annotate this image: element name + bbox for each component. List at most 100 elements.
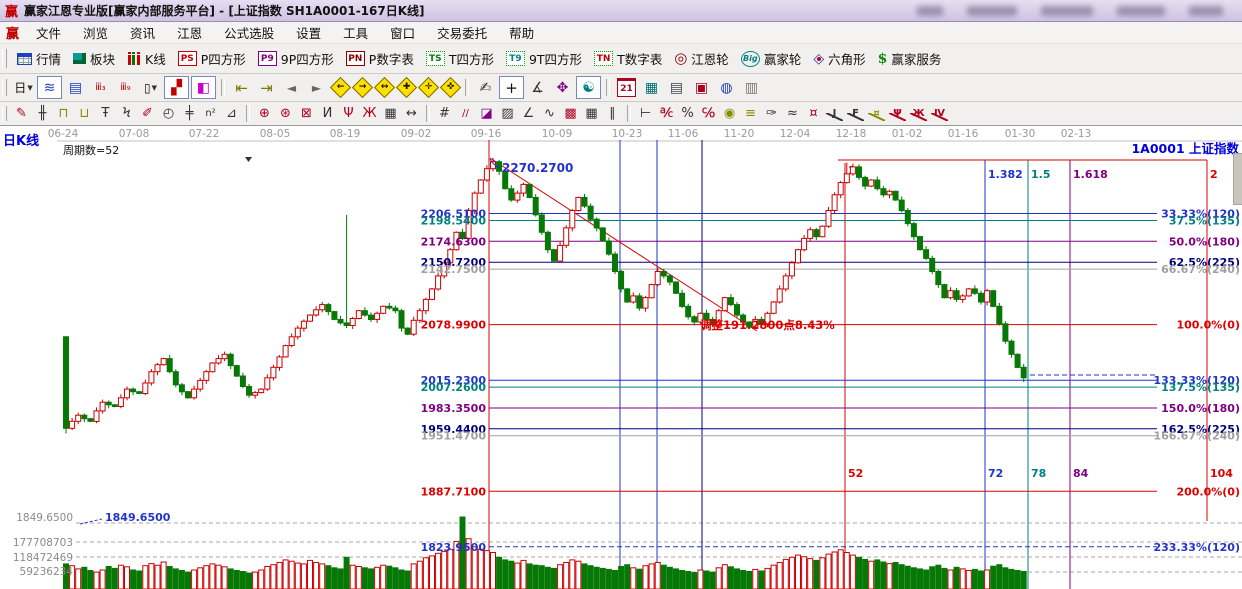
gann-pattern-icon[interactable]: ▞ [164,76,189,99]
p-square-button[interactable]: PSP四方形 [172,47,252,70]
scrollbar-thumb[interactable] [1233,153,1242,205]
coil-tool[interactable]: Ϟ [116,104,137,123]
wave-band-tool[interactable]: ≈ [782,104,803,123]
gold-gate-tool[interactable]: ⊓ [53,104,74,123]
kline-chart[interactable]: 1521.382721.5781.61884210406-2407-0807-2… [0,126,1242,589]
bars-9-icon[interactable]: ⅲ₉ [114,77,137,98]
kline-button[interactable]: K线 [121,47,172,70]
box-grid-tool[interactable]: ▦ [581,104,602,123]
percent-drop-tool[interactable]: ℀ [656,104,677,123]
ying-tool[interactable]: Ж [359,104,380,123]
ying-angle-tool[interactable]: Ж [908,104,929,123]
candle-type-button[interactable]: ▯▼ [139,77,162,98]
j-angle-tool[interactable]: J [824,104,845,123]
calculator-button[interactable]: ▦ [640,77,663,98]
toolbar-grip[interactable] [2,49,7,68]
notes-button[interactable]: ▤ [665,77,688,98]
menu-浏览[interactable]: 浏览 [72,21,119,44]
shift-left-button[interactable]: ← [330,77,350,98]
period-day-button[interactable]: 日▼ [12,77,35,98]
gold-level-tool[interactable]: ≡ [740,104,761,123]
info-doc-icon[interactable]: ▤ [64,77,87,98]
last-page-button[interactable]: ⇥ [255,77,278,98]
chart-layout-icon[interactable]: ≋ [37,76,62,99]
marker-pen-tool[interactable]: ✐ [137,104,158,123]
bars-3-icon[interactable]: ⅲ₃ [89,77,112,98]
shen-tool[interactable]: Ψ [338,104,359,123]
nine-p-square-button[interactable]: P99P四方形 [252,47,340,70]
menu-工具[interactable]: 工具 [332,21,379,44]
gann-wheel-button[interactable]: ◎江恩轮 [668,47,735,70]
zoom-reset-button[interactable]: ✜ [440,77,460,98]
menu-公式选股[interactable]: 公式选股 [213,21,285,44]
percent-tool[interactable]: % [677,104,698,123]
dot-grid-tool[interactable]: ▩ [560,104,581,123]
n-mark-tool[interactable]: И [317,104,338,123]
winner-service-button[interactable]: $赢家服务 [872,47,948,70]
target-cross-tool[interactable]: ⊕ [254,104,275,123]
gold-target-tool[interactable]: ¤ [803,104,824,123]
hatch-tool[interactable]: ∥ [602,104,623,123]
prev-bar-button[interactable]: ◄ [280,77,303,98]
zoom-horizontal-button[interactable]: ↔ [374,77,394,98]
winner-wheel-button[interactable]: Big赢家轮 [735,47,808,70]
calendar-button[interactable]: 21 [615,77,638,98]
shade-box-tool[interactable]: ▨ [497,104,518,123]
profile-chart-icon[interactable]: ◧ [191,76,216,99]
toolbar-grip[interactable] [2,79,7,97]
si-angle-tool[interactable]: Ⅳ [929,104,950,123]
quotes-button[interactable]: 行情 [11,47,67,70]
f-angle-tool[interactable]: F [845,104,866,123]
grid-target-tool[interactable]: ⊠ [296,104,317,123]
gann-mark-button[interactable]: ✥ [551,77,574,98]
n-squared-tool[interactable]: n² [200,104,221,123]
frame-tool[interactable]: # [434,104,455,123]
price-grid-tool[interactable]: ▦ [380,104,401,123]
menu-资讯[interactable]: 资讯 [119,21,166,44]
ink-pen-tool[interactable]: ✑ [761,104,782,123]
f-ruler-tool[interactable]: Ŧ [95,104,116,123]
zoom-out-button[interactable]: ✛ [418,77,438,98]
fan-box-tool[interactable]: ◪ [476,104,497,123]
trend-angle-tool[interactable]: ∠ [518,104,539,123]
zigzag-tool[interactable]: ∿ [539,104,560,123]
gold-angle-tool[interactable]: ¤ [866,104,887,123]
t-square-button[interactable]: TST四方形 [420,47,500,70]
brush-tool[interactable]: ✎ [11,104,32,123]
fan-lines-tool[interactable]: // [455,104,476,123]
web-data-button[interactable]: ◍ [715,77,738,98]
p-number-table-button[interactable]: PNP数字表 [340,47,420,70]
cycle-clock-tool[interactable]: ◴ [158,104,179,123]
angle-measure-button[interactable]: ∡ [526,77,549,98]
hand-tool-button[interactable]: ✍ [474,77,497,98]
toolbar-grip[interactable] [2,106,7,121]
menu-文件[interactable]: 文件 [25,21,72,44]
menu-江恩[interactable]: 江恩 [166,21,213,44]
first-page-button[interactable]: ⇤ [230,77,253,98]
sail-angle-tool[interactable]: ⊿ [221,104,242,123]
hexagon-button[interactable]: ◇六角形 [807,47,871,70]
gold-section-tool[interactable]: ◉ [719,104,740,123]
save-button[interactable]: ▣ [690,77,713,98]
sectors-button[interactable]: 板块 [67,47,121,70]
remote-button[interactable]: ▥ [740,77,763,98]
zoom-in-button[interactable]: ✚ [396,77,416,98]
menu-窗口[interactable]: 窗口 [379,21,426,44]
percent-level-tool[interactable]: ℅ [698,104,719,123]
menu-帮助[interactable]: 帮助 [498,21,545,44]
nine-t-square-button[interactable]: T99T四方形 [500,47,588,70]
ai-analysis-button[interactable]: ☯ [576,76,601,99]
ratio-scale-tool[interactable]: ⊢ [635,104,656,123]
star-point-tool[interactable]: ⊛ [275,104,296,123]
next-bar-button[interactable]: ► [305,77,328,98]
gold-gate2-tool[interactable]: ⊔ [74,104,95,123]
span-arrow-tool[interactable]: ↔ [401,104,422,123]
crosshair-tool-button[interactable]: + [499,76,524,99]
t-number-table-button[interactable]: TNT数字表 [588,47,668,70]
tick-ruler2-tool[interactable]: ╪ [179,104,200,123]
tick-ruler-tool[interactable]: ╫ [32,104,53,123]
menu-交易委托[interactable]: 交易委托 [426,21,498,44]
shift-right-button[interactable]: → [352,77,372,98]
menu-设置[interactable]: 设置 [285,21,332,44]
shen-angle-tool[interactable]: Ψ [887,104,908,123]
